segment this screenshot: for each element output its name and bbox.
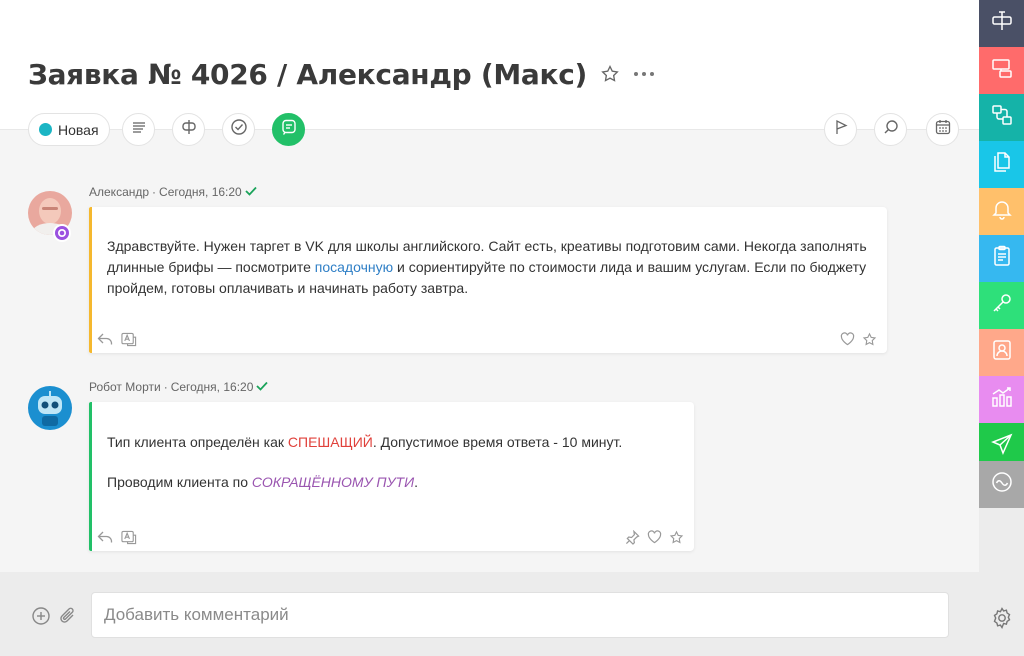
page-title: Заявка № 4026 / Александр (Макс) [28,57,587,91]
author-name[interactable]: Александр [89,185,149,199]
message-time: Сегодня, 16:20 [159,185,242,199]
star-icon[interactable] [668,529,684,545]
comment-composer [0,572,979,656]
translate-icon[interactable] [121,331,137,347]
sidebar-item-contacts[interactable] [979,329,1024,376]
more-options-icon[interactable] [633,63,655,85]
translate-icon[interactable] [121,529,137,545]
sidebar-item-process[interactable] [979,94,1024,141]
favorite-star-icon[interactable] [599,63,621,85]
bell-icon [990,197,1014,226]
landing-link[interactable]: посадочную [315,259,393,275]
message-actions-right [624,529,684,545]
process-icon [990,103,1014,132]
sidebar-item-finance[interactable] [979,0,1024,47]
pin-icon[interactable] [624,529,640,545]
add-circle-icon[interactable] [31,606,51,626]
robot-avatar[interactable] [28,386,72,430]
message-actions-right [839,331,877,347]
paperclip-icon[interactable] [58,606,78,626]
client-type-highlight: СПЕШАЩИЙ [287,434,373,450]
message-actions-left [97,529,137,545]
key-icon [990,291,1014,320]
message-accent-bar [89,207,92,353]
main-area: Заявка № 4026 / Александр (Макс) Новая А… [0,0,979,656]
message-time: Сегодня, 16:20 [170,380,254,394]
sidebar-item-documents[interactable] [979,141,1024,188]
title-row: Заявка № 4026 / Александр (Макс) [28,55,655,93]
heart-icon[interactable] [646,529,662,545]
right-sidebar [979,0,1024,656]
sidebar-item-analytics[interactable] [979,376,1024,423]
message-text: Здравствуйте. Нужен таргет в VK для школ… [107,238,867,296]
sidebar-item-tasks[interactable] [979,47,1024,94]
tasks-flow-icon [990,56,1014,85]
author-name[interactable]: Робот Морти [89,380,161,394]
message-line-2: Проводим клиента по СОКРАЩЁННОМУ ПУТИ. [107,474,418,490]
sidebar-item-access[interactable] [979,282,1024,329]
reply-icon[interactable] [97,529,113,545]
read-check-icon [245,185,257,199]
comments-feed: Александр · Сегодня, 16:20 Здравствуйте.… [0,130,979,572]
message-bubble: Тип клиента определён как СПЕШАЩИЙ. Допу… [89,402,694,551]
message-meta: Робот Морти · Сегодня, 16:20 [89,380,269,394]
contact-icon [990,338,1014,367]
settings-button[interactable] [979,598,1024,643]
rouble-board-icon [990,9,1014,38]
meta-separator: · [163,380,168,394]
meta-separator: · [152,185,157,199]
path-highlight: СОКРАЩЁННОМУ ПУТИ [251,474,415,490]
heart-icon[interactable] [839,331,855,347]
sidebar-item-clipboard[interactable] [979,235,1024,282]
star-icon[interactable] [861,331,877,347]
page-header: Заявка № 4026 / Александр (Макс) Новая [0,0,979,146]
message-item: Робот Морти · Сегодня, 16:20 Тип клиента… [28,380,708,552]
comment-input[interactable] [91,592,949,638]
message-line-1: Тип клиента определён как СПЕШАЩИЙ. Допу… [107,434,623,450]
clipboard-icon [990,244,1014,273]
reply-icon[interactable] [97,331,113,347]
sidebar-item-notifications[interactable] [979,188,1024,235]
message-actions-left [97,331,137,347]
analytics-icon [990,385,1014,414]
sidebar-item-wave[interactable] [979,461,1024,508]
message-meta: Александр · Сегодня, 16:20 [89,185,257,199]
read-check-icon [256,380,269,394]
wave-icon [990,470,1014,499]
message-bubble: Здравствуйте. Нужен таргет в VK для школ… [89,207,887,353]
message-item: Александр · Сегодня, 16:20 Здравствуйте.… [28,185,888,353]
send-icon [990,432,1014,461]
online-badge [53,224,71,242]
documents-icon [990,150,1014,179]
gear-icon [990,606,1014,635]
message-accent-bar [89,402,92,551]
